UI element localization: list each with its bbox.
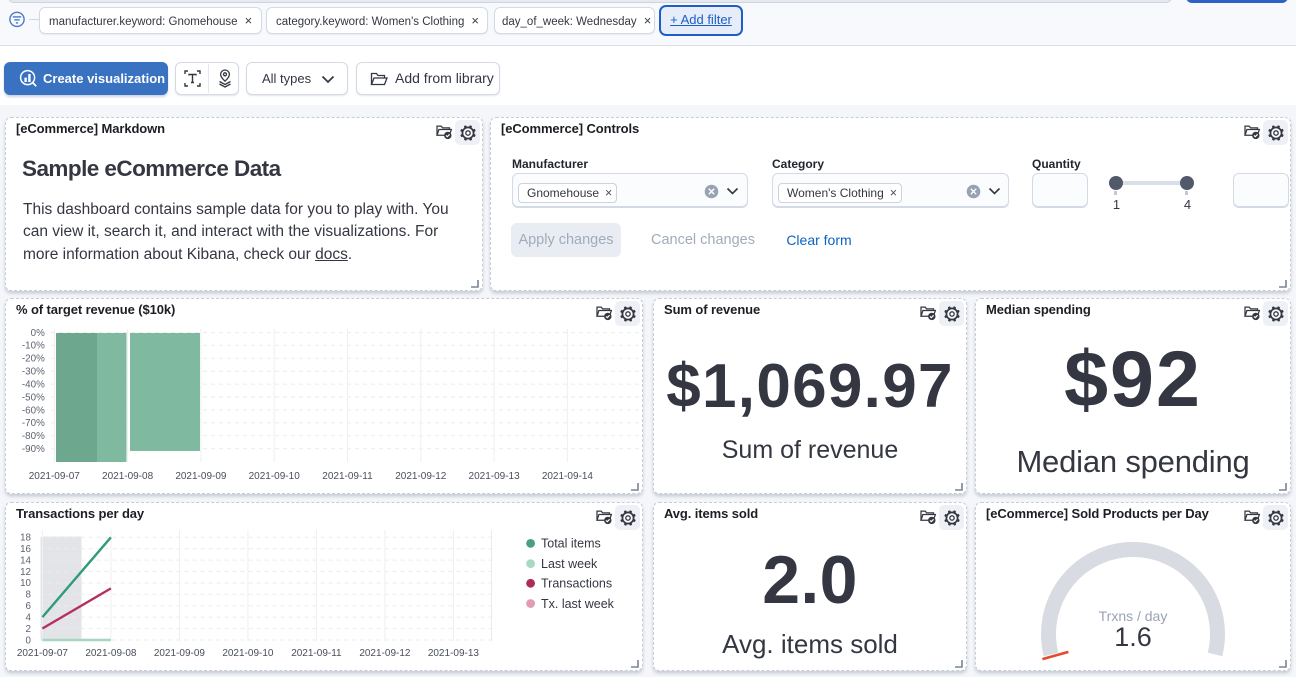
svg-text:2021-09-11: 2021-09-11: [291, 648, 342, 659]
svg-text:-70%: -70%: [22, 418, 45, 429]
svg-text:2021-09-08: 2021-09-08: [85, 648, 137, 659]
svg-text:-80%: -80%: [22, 431, 45, 442]
svg-text:-90%: -90%: [22, 444, 45, 455]
svg-text:2021-09-12: 2021-09-12: [359, 648, 411, 659]
svg-text:2021-09-09: 2021-09-09: [154, 648, 206, 659]
svg-text:-20%: -20%: [22, 354, 45, 365]
svg-text:4: 4: [26, 612, 32, 623]
svg-text:18: 18: [20, 533, 31, 544]
svg-text:2021-09-07: 2021-09-07: [17, 648, 69, 659]
svg-text:12: 12: [20, 567, 31, 578]
svg-text:-60%: -60%: [22, 405, 45, 416]
svg-text:14: 14: [20, 555, 31, 566]
svg-text:2021-09-12: 2021-09-12: [395, 471, 447, 482]
svg-text:0: 0: [26, 635, 32, 646]
svg-text:6: 6: [26, 601, 32, 612]
svg-text:Transactions: Transactions: [541, 577, 612, 591]
svg-text:2021-09-09: 2021-09-09: [175, 471, 227, 482]
svg-text:2021-09-10: 2021-09-10: [222, 648, 274, 659]
svg-text:2021-09-13: 2021-09-13: [469, 471, 521, 482]
svg-text:2021-09-08: 2021-09-08: [102, 471, 154, 482]
svg-text:-40%: -40%: [22, 379, 45, 390]
svg-text:8: 8: [26, 590, 32, 601]
svg-text:Last week: Last week: [541, 557, 598, 571]
svg-text:2021-09-07: 2021-09-07: [29, 471, 81, 482]
svg-text:16: 16: [20, 544, 31, 555]
svg-text:10: 10: [20, 578, 31, 589]
svg-text:Tx. last week: Tx. last week: [541, 597, 615, 611]
svg-text:2021-09-13: 2021-09-13: [428, 648, 480, 659]
svg-text:2021-09-14: 2021-09-14: [542, 471, 594, 482]
svg-text:2: 2: [26, 624, 31, 635]
svg-text:0%: 0%: [31, 328, 45, 339]
svg-text:-30%: -30%: [22, 367, 45, 378]
svg-text:-10%: -10%: [22, 341, 45, 352]
svg-text:2021-09-10: 2021-09-10: [249, 471, 301, 482]
svg-text:2021-09-11: 2021-09-11: [322, 471, 373, 482]
svg-text:-50%: -50%: [22, 392, 45, 403]
svg-text:Total items: Total items: [541, 537, 601, 551]
